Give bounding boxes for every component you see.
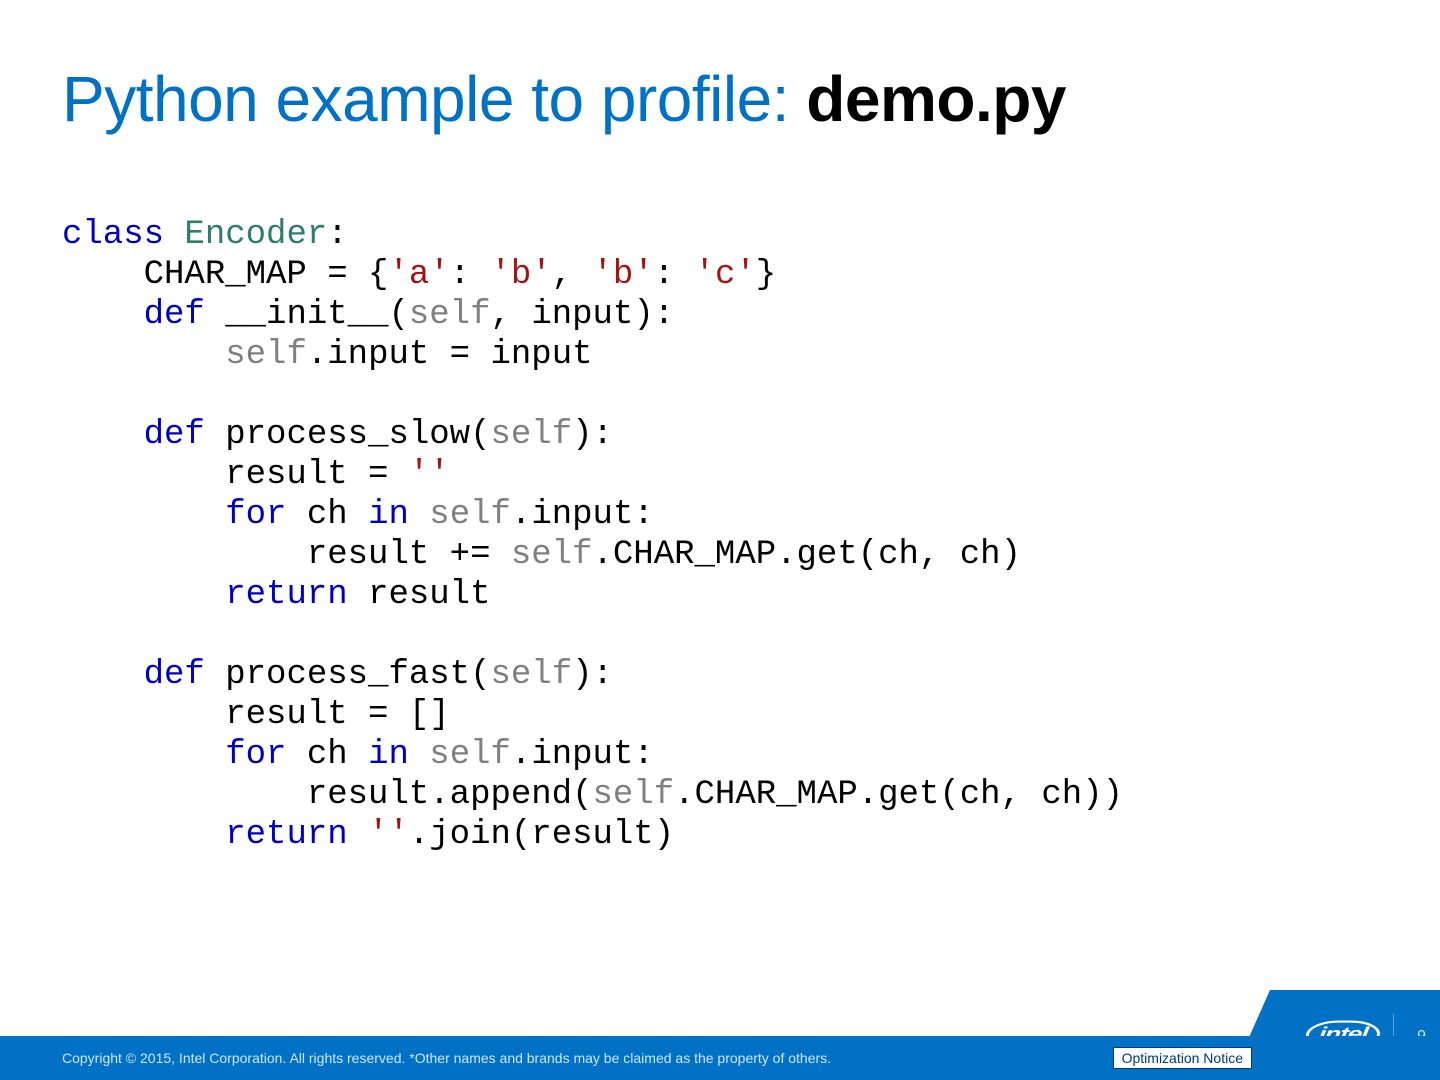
- code-token: self: [225, 336, 307, 374]
- code-token: (: [470, 656, 490, 694]
- code-token: 'b': [490, 256, 551, 294]
- code-token: self: [491, 416, 573, 454]
- code-token: .CHAR_MAP.get(ch, ch): [593, 536, 1021, 574]
- slide-title: Python example to profile: demo.py: [62, 62, 1066, 136]
- code-token: :: [327, 216, 347, 254]
- code-token: return: [225, 576, 368, 614]
- code-token: result.append(: [62, 776, 593, 814]
- code-token: self: [429, 736, 511, 774]
- code-token: def: [144, 416, 226, 454]
- code-token: [62, 496, 225, 534]
- code-token: [62, 816, 225, 854]
- code-token: .join(result): [409, 816, 674, 854]
- code-token: self: [409, 296, 491, 334]
- title-filename: demo.py: [806, 63, 1066, 135]
- code-token: ):: [572, 656, 613, 694]
- code-token: self: [593, 776, 675, 814]
- code-token: __init__: [225, 296, 388, 334]
- code-token: process_slow: [225, 416, 470, 454]
- footer-bar: Copyright © 2015, Intel Corporation. All…: [0, 1036, 1440, 1080]
- code-token: self: [511, 536, 593, 574]
- code-token: CHAR_MAP = {: [62, 256, 388, 294]
- code-token: .input:: [511, 496, 654, 534]
- code-token: ,: [552, 256, 593, 294]
- code-token: [62, 336, 225, 374]
- copyright-text: Copyright © 2015, Intel Corporation. All…: [62, 1050, 1113, 1066]
- code-token: 'a': [388, 256, 449, 294]
- code-token: ch: [307, 496, 368, 534]
- code-token: [62, 416, 144, 454]
- code-token: def: [144, 296, 226, 334]
- code-token: 'c': [695, 256, 756, 294]
- code-token: :: [450, 256, 491, 294]
- code-token: class: [62, 216, 184, 254]
- code-token: def: [144, 656, 226, 694]
- code-token: self: [429, 496, 511, 534]
- slide: Python example to profile: demo.py class…: [0, 0, 1440, 1080]
- code-token: }: [756, 256, 776, 294]
- code-token: [62, 296, 144, 334]
- code-token: in: [368, 736, 429, 774]
- optimization-notice-badge: Optimization Notice: [1113, 1047, 1252, 1069]
- code-token: .input:: [511, 736, 654, 774]
- code-token: for: [225, 736, 307, 774]
- code-token: ch: [307, 736, 368, 774]
- code-token: ):: [572, 416, 613, 454]
- code-token: result = []: [62, 696, 450, 734]
- code-token: in: [368, 496, 429, 534]
- code-token: result =: [62, 456, 409, 494]
- code-token: :: [654, 256, 695, 294]
- code-token: (: [470, 416, 490, 454]
- code-token: .CHAR_MAP.get(ch, ch)): [674, 776, 1123, 814]
- code-token: .input = input: [307, 336, 593, 374]
- code-token: self: [491, 656, 573, 694]
- code-token: (: [388, 296, 408, 334]
- code-token: Encoder: [184, 216, 327, 254]
- code-token: [62, 576, 225, 614]
- code-token: return: [225, 816, 368, 854]
- code-token: '': [368, 816, 409, 854]
- code-token: result: [368, 576, 490, 614]
- code-token: result +=: [62, 536, 511, 574]
- code-token: [62, 736, 225, 774]
- title-prefix: Python example to profile:: [62, 63, 806, 135]
- code-token: 'b': [593, 256, 654, 294]
- code-token: for: [225, 496, 307, 534]
- code-block: class Encoder: CHAR_MAP = {'a': 'b', 'b'…: [62, 215, 1123, 855]
- code-token: [62, 656, 144, 694]
- code-token: '': [409, 456, 450, 494]
- code-token: , input):: [491, 296, 675, 334]
- code-token: process_fast: [225, 656, 470, 694]
